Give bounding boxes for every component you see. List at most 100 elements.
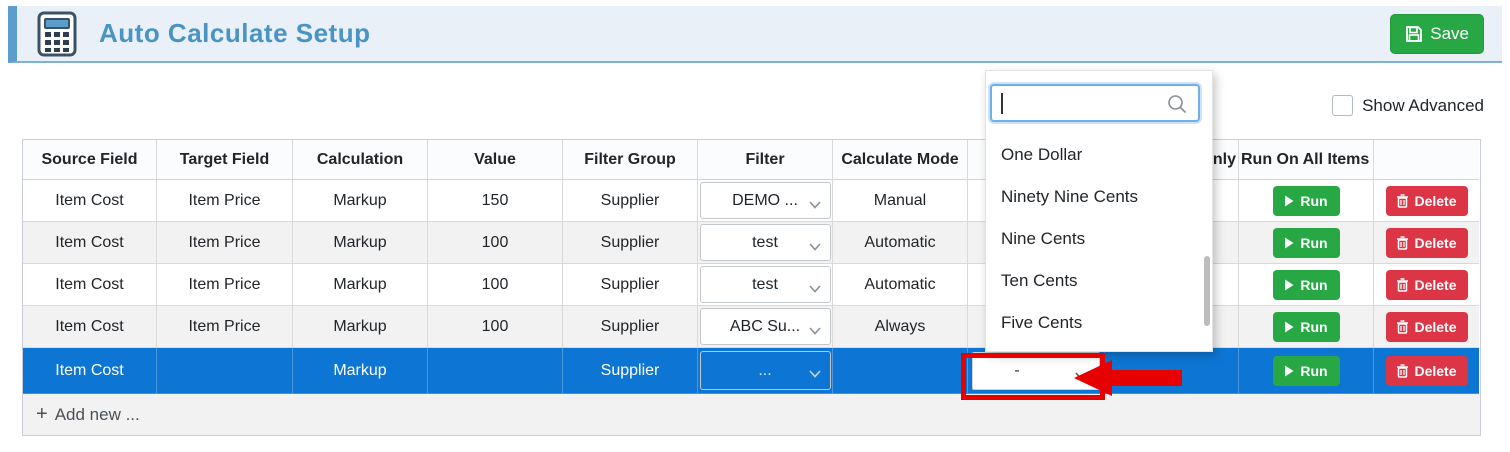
delete-button-label: Delete	[1414, 193, 1456, 209]
cell-calculate-mode: Automatic	[833, 264, 968, 306]
floppy-save-icon	[1405, 25, 1423, 43]
run-button-label: Run	[1300, 319, 1327, 335]
trash-icon	[1396, 320, 1409, 334]
auto-calculate-setup-page: Auto Calculate Setup Save Show Advanced …	[0, 0, 1510, 452]
round-to-select[interactable]: -	[972, 352, 1100, 390]
delete-button[interactable]: Delete	[1386, 312, 1468, 342]
table-header-row: Source Field Target Field Calculation Va…	[23, 140, 1480, 180]
cell-target-field: Item Price	[157, 264, 293, 306]
cell-filter-group: Supplier	[563, 264, 698, 306]
cell-value: 100	[428, 264, 563, 306]
cell-value: 100	[428, 222, 563, 264]
trash-icon	[1396, 236, 1409, 250]
page-title: Auto Calculate Setup	[99, 18, 370, 49]
filter-select[interactable]: ...	[700, 351, 831, 390]
round-to-select-value: -	[1014, 362, 1019, 380]
play-icon	[1284, 195, 1294, 207]
cell-filter-group: Supplier	[563, 222, 698, 264]
dropdown-option[interactable]: Five Cents	[986, 302, 1212, 344]
table-row: Item Cost Item Price Markup 100 Supplier…	[23, 222, 1480, 264]
selected-table-row[interactable]: Item Cost Markup Supplier ... -	[23, 348, 1480, 394]
run-button-label: Run	[1300, 193, 1327, 209]
delete-button-label: Delete	[1414, 319, 1456, 335]
cell-filter-group: Supplier	[563, 348, 698, 394]
filter-select[interactable]: DEMO ...	[700, 182, 831, 219]
run-button[interactable]: Run	[1273, 312, 1340, 342]
add-new-row-button[interactable]: + Add new ...	[23, 394, 1480, 435]
filter-select-value: DEMO ...	[732, 192, 798, 210]
column-header-value: Value	[428, 140, 563, 180]
chevron-down-icon	[809, 365, 821, 373]
save-button[interactable]: Save	[1390, 14, 1484, 54]
delete-button-label: Delete	[1414, 235, 1456, 251]
column-header-target-field: Target Field	[157, 140, 293, 180]
cell-source-field: Item Cost	[23, 306, 157, 348]
dropdown-option-list: One Dollar Ninety Nine Cents Nine Cents …	[986, 134, 1212, 344]
search-icon	[1166, 93, 1188, 120]
cell-target-field: Item Price	[157, 180, 293, 222]
cell-target-field: Item Price	[157, 306, 293, 348]
run-button[interactable]: Run	[1273, 270, 1340, 300]
run-button[interactable]: Run	[1273, 186, 1340, 216]
dropdown-option[interactable]: Nine Cents	[986, 218, 1212, 260]
filter-select[interactable]: ABC Su...	[700, 308, 831, 345]
dropdown-option[interactable]: Ninety Nine Cents	[986, 176, 1212, 218]
chevron-down-icon	[809, 280, 821, 288]
chevron-down-icon	[809, 322, 821, 330]
filter-select[interactable]: test	[700, 266, 831, 303]
play-icon	[1284, 279, 1294, 291]
cell-calculation: Markup	[293, 348, 428, 394]
cell-value: 150	[428, 180, 563, 222]
cell-value	[428, 348, 563, 394]
add-new-label: Add new ...	[55, 405, 140, 425]
delete-button[interactable]: Delete	[1386, 186, 1468, 216]
cell-calculate-mode: Manual	[833, 180, 968, 222]
column-header-run-on-all-items: Run On All Items	[1239, 140, 1374, 180]
column-header-source-field: Source Field	[23, 140, 157, 180]
cell-source-field: Item Cost	[23, 222, 157, 264]
save-button-label: Save	[1430, 24, 1469, 44]
chevron-down-icon	[809, 238, 821, 246]
show-advanced-checkbox[interactable]	[1332, 95, 1353, 116]
run-button[interactable]: Run	[1273, 356, 1340, 386]
cell-value: 100	[428, 306, 563, 348]
calculator-icon	[37, 11, 77, 57]
cell-target-field	[157, 348, 293, 394]
cell-calculate-mode: Automatic	[833, 222, 968, 264]
table-row: Item Cost Item Price Markup 150 Supplier…	[23, 180, 1480, 222]
cell-source-field: Item Cost	[23, 180, 157, 222]
column-header-calculation: Calculation	[293, 140, 428, 180]
dropdown-search-input[interactable]	[1000, 89, 1160, 117]
play-icon	[1284, 365, 1294, 377]
filter-select[interactable]: test	[700, 224, 831, 261]
delete-button[interactable]: Delete	[1386, 356, 1468, 386]
column-header-actions	[1374, 140, 1479, 180]
cell-source-field: Item Cost	[23, 264, 157, 306]
delete-button[interactable]: Delete	[1386, 270, 1468, 300]
dropdown-option[interactable]: One Dollar	[986, 134, 1212, 176]
cell-source-field: Item Cost	[23, 348, 157, 394]
filter-select-value: test	[752, 234, 778, 252]
column-header-calculate-mode: Calculate Mode	[833, 140, 968, 180]
play-icon	[1284, 237, 1294, 249]
play-icon	[1284, 321, 1294, 333]
run-button-label: Run	[1300, 235, 1327, 251]
table-row: Item Cost Item Price Markup 100 Supplier…	[23, 306, 1480, 348]
cell-calculation: Markup	[293, 180, 428, 222]
trash-icon	[1396, 278, 1409, 292]
cell-calculation: Markup	[293, 306, 428, 348]
run-button[interactable]: Run	[1273, 228, 1340, 258]
cell-filter-group: Supplier	[563, 306, 698, 348]
cell-calculate-mode	[833, 348, 968, 394]
dropdown-scrollbar[interactable]	[1204, 256, 1210, 326]
chevron-down-icon	[1075, 367, 1087, 375]
delete-button[interactable]: Delete	[1386, 228, 1468, 258]
column-header-filter-group: Filter Group	[563, 140, 698, 180]
filter-select-value: ABC Su...	[730, 318, 800, 336]
dropdown-search-box[interactable]	[990, 84, 1200, 122]
round-to-dropdown-panel: One Dollar Ninety Nine Cents Nine Cents …	[985, 70, 1213, 352]
text-caret	[1001, 93, 1003, 114]
run-button-label: Run	[1300, 363, 1327, 379]
dropdown-option[interactable]: Ten Cents	[986, 260, 1212, 302]
cell-only	[1105, 348, 1239, 394]
